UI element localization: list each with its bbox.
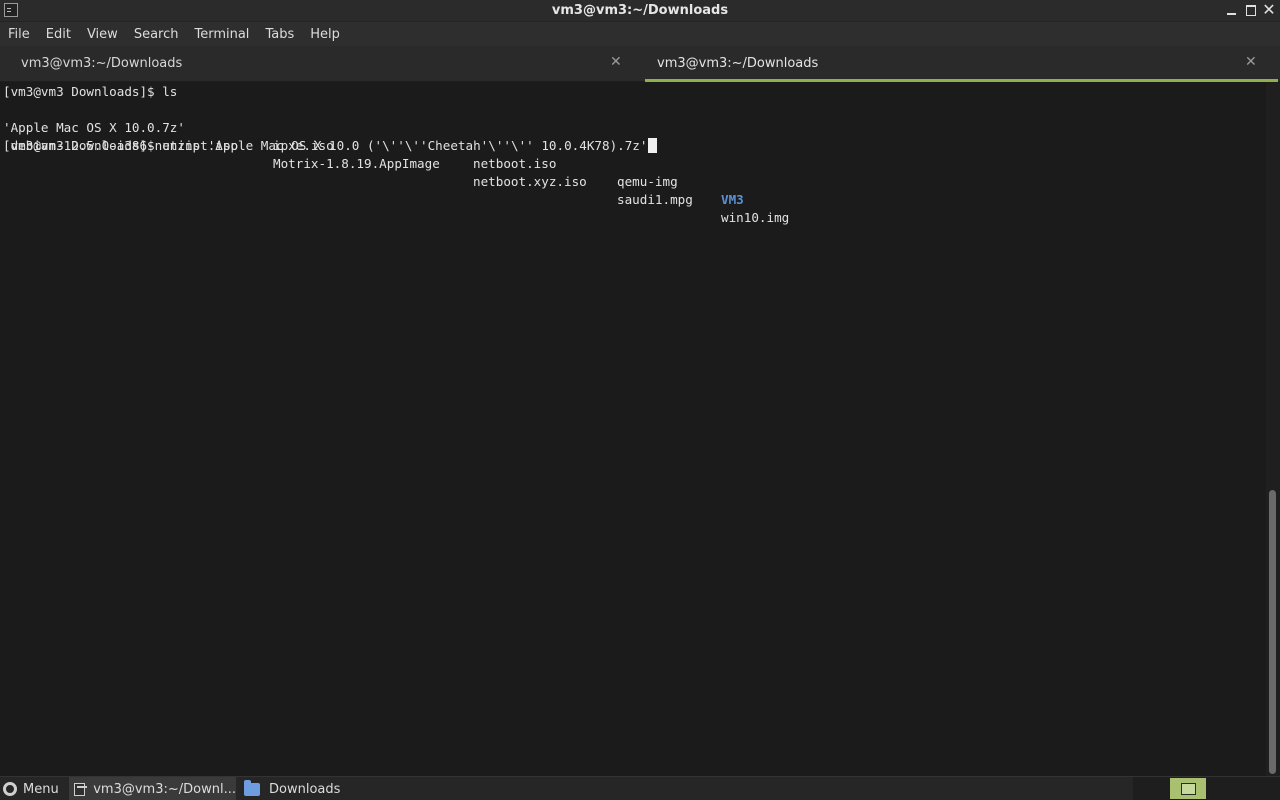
start-menu-button[interactable]: Menu: [3, 777, 59, 800]
terminal-scrollbar[interactable]: [1266, 82, 1280, 776]
tab-close-icon[interactable]: ✕: [1245, 54, 1257, 70]
maximize-button[interactable]: [1242, 2, 1258, 18]
terminal-tab-2-active[interactable]: vm3@vm3:~/Downloads ✕: [645, 46, 1278, 82]
ls-entry-directory: VM3: [721, 192, 744, 207]
system-tray: [1133, 777, 1280, 800]
menu-label: Menu: [23, 781, 59, 797]
menu-bar: File Edit View Search Terminal Tabs Help: [0, 22, 1280, 46]
ls-entry: netboot.xyz.iso: [473, 174, 587, 189]
taskbar-terminal-window[interactable]: vm3@vm3:~/Downl...: [69, 777, 236, 800]
terminal-tab-1[interactable]: vm3@vm3:~/Downloads ✕: [8, 46, 641, 82]
menu-tabs[interactable]: Tabs: [265, 27, 294, 42]
ls-output-row: debian-12.5.0-i386-netinst.iso Motrix-1.…: [3, 119, 790, 225]
title-bar: vm3@vm3:~/Downloads ✕: [0, 0, 1280, 22]
ls-entry: qemu-img: [617, 174, 678, 189]
menu-view[interactable]: View: [87, 27, 118, 42]
taskbar: Menu vm3@vm3:~/Downl... Downloads: [0, 776, 1280, 800]
menu-search[interactable]: Search: [134, 27, 179, 42]
minimize-button[interactable]: [1224, 2, 1240, 18]
command-text: [vm3@vm3 Downloads]$ unzip 'Apple Mac OS…: [3, 138, 648, 153]
folder-icon: [244, 779, 260, 796]
terminal-line-prompt-ls: [vm3@vm3 Downloads]$ ls: [3, 84, 178, 99]
terminal-output[interactable]: [vm3@vm3 Downloads]$ ls 'Apple Mac OS X …: [0, 82, 1266, 776]
menu-help[interactable]: Help: [310, 27, 340, 42]
ls-output-row: 'Apple Mac OS X 10.0.7z' ipxe.iso netboo…: [3, 101, 744, 207]
taskbar-window-label: Downloads: [269, 781, 341, 797]
ls-entry: saudi1.mpg: [617, 192, 693, 207]
workspace-switcher[interactable]: [1170, 778, 1206, 799]
ls-entry: netboot.iso: [473, 156, 557, 171]
tab-bar: vm3@vm3:~/Downloads ✕ vm3@vm3:~/Download…: [0, 46, 1280, 82]
taskbar-downloads-window[interactable]: Downloads: [240, 777, 340, 800]
terminal-window-icon: [74, 782, 88, 796]
menu-terminal[interactable]: Terminal: [194, 27, 249, 42]
tab-close-icon[interactable]: ✕: [610, 54, 622, 70]
menu-gear-icon: [3, 782, 17, 796]
text-cursor: [648, 138, 658, 153]
ls-entry: win10.img: [721, 210, 790, 225]
ls-entry: Motrix-1.8.19.AppImage: [273, 156, 440, 171]
menu-file[interactable]: File: [8, 27, 30, 42]
menu-edit[interactable]: Edit: [46, 27, 71, 42]
scrollbar-thumb[interactable]: [1269, 490, 1276, 774]
tab-label: vm3@vm3:~/Downloads: [21, 56, 183, 71]
terminal-line-prompt-unzip: [vm3@vm3 Downloads]$ unzip 'Apple Mac OS…: [3, 137, 658, 155]
taskbar-window-label: vm3@vm3:~/Downl...: [93, 781, 236, 797]
tab-label: vm3@vm3:~/Downloads: [657, 56, 819, 71]
close-window-button[interactable]: ✕: [1261, 2, 1277, 18]
window-title: vm3@vm3:~/Downloads: [551, 3, 729, 18]
